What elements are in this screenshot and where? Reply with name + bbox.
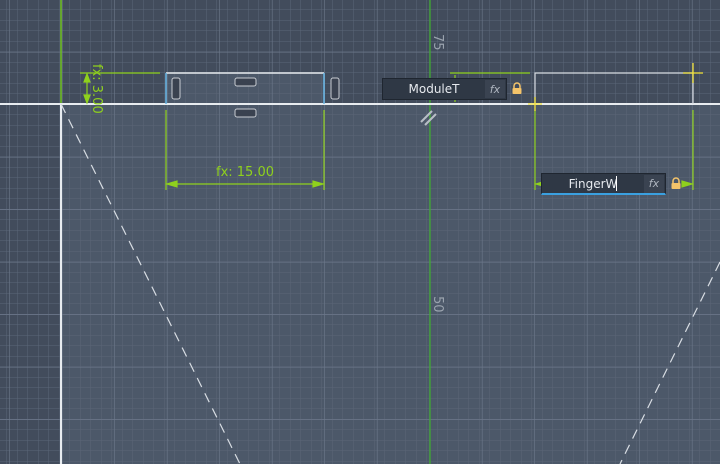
dimension-label-15[interactable]: fx: 15.00: [216, 165, 274, 180]
fx-button[interactable]: fx: [485, 80, 505, 98]
moduleT-input[interactable]: ModuleT fx: [382, 78, 507, 100]
text-cursor: [616, 176, 617, 191]
dimension-label-3[interactable]: fx: 3.00: [89, 64, 104, 114]
sketch-canvas[interactable]: [0, 0, 720, 464]
lock-icon[interactable]: [511, 82, 523, 94]
lock-icon[interactable]: [670, 177, 682, 189]
dimension-value: FingerW: [568, 176, 618, 191]
axis-label-50: 50: [430, 296, 445, 313]
axis-label-75: 75: [430, 34, 445, 51]
dimension-value: ModuleT: [408, 82, 460, 96]
fx-button[interactable]: fx: [644, 174, 664, 193]
fingerW-input[interactable]: FingerW fx: [541, 173, 666, 195]
